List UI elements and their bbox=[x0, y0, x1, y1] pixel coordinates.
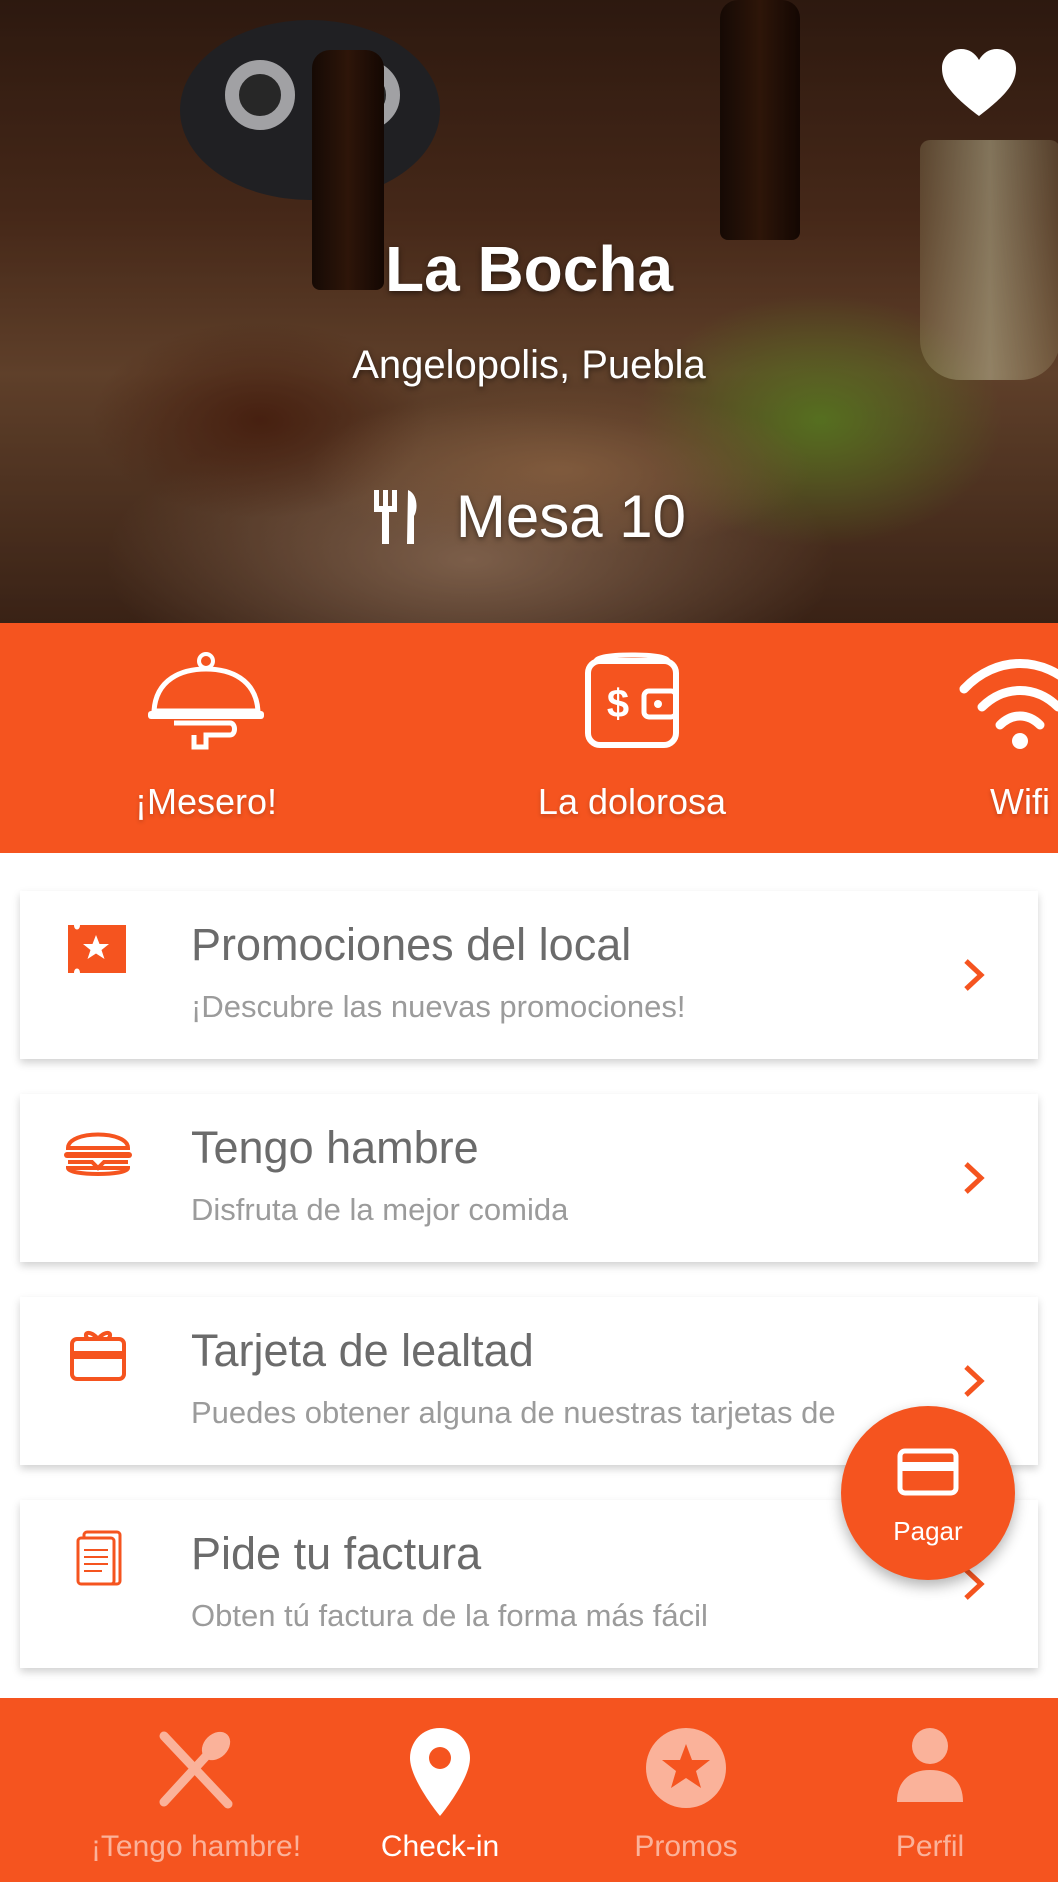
pay-button[interactable]: Pagar bbox=[841, 1406, 1015, 1580]
nav-label: Promos bbox=[634, 1830, 738, 1863]
user-icon bbox=[897, 1728, 963, 1802]
serving-bell-icon bbox=[148, 652, 264, 750]
card-subtitle: Puedes obtener alguna de nuestras tarjet… bbox=[191, 1395, 836, 1430]
wifi-icon bbox=[959, 659, 1058, 749]
nav-item-perfil[interactable]: Perfil bbox=[798, 1698, 1058, 1882]
burger-icon bbox=[64, 1132, 132, 1176]
fork-spoon-icon bbox=[159, 1731, 233, 1809]
star-circle-icon bbox=[646, 1728, 726, 1808]
chevron-right-icon bbox=[964, 1365, 985, 1397]
invoice-icon bbox=[76, 1530, 122, 1586]
call-waiter-button[interactable]: ¡Mesero! bbox=[56, 623, 356, 853]
wifi-button[interactable]: Wifi bbox=[870, 623, 1058, 853]
menu-card[interactable]: Tengo hambre Disfruta de la mejor comida bbox=[20, 1094, 1038, 1262]
quick-actions-bar: ¡Mesero! $ La dolorosa Wifi bbox=[0, 623, 1058, 853]
venue-hero: La Bocha Angelopolis, Puebla Mesa 10 bbox=[0, 0, 1058, 623]
action-label: Wifi bbox=[990, 781, 1050, 822]
nav-item-promos[interactable]: Promos bbox=[554, 1698, 818, 1882]
nav-label: Check-in bbox=[380, 1830, 500, 1863]
credit-card-icon bbox=[897, 1448, 959, 1496]
ticket-star-icon bbox=[68, 925, 126, 973]
action-label: La dolorosa bbox=[537, 781, 727, 822]
bill-button[interactable]: $ La dolorosa bbox=[482, 623, 782, 853]
gift-card-icon bbox=[70, 1331, 126, 1381]
chevron-right-icon bbox=[964, 1162, 985, 1194]
table-number: Mesa 10 bbox=[455, 483, 687, 550]
card-subtitle: Obten tú factura de la forma más fácil bbox=[191, 1598, 708, 1633]
nav-label: ¡Tengo hambre! bbox=[90, 1830, 302, 1863]
table-indicator: Mesa 10 bbox=[0, 482, 1058, 551]
venue-location: Angelopolis, Puebla bbox=[352, 343, 706, 387]
promotions-card[interactable]: Promociones del local ¡Descubre las nuev… bbox=[20, 891, 1038, 1059]
bottom-nav: ¡Tengo hambre! Check-in Promos Perfil bbox=[0, 1698, 1058, 1882]
card-title: Pide tu factura bbox=[191, 1528, 482, 1579]
chevron-right-icon bbox=[964, 959, 985, 991]
svg-text:$: $ bbox=[607, 682, 629, 726]
card-title: Promociones del local bbox=[191, 919, 632, 970]
fork-knife-icon bbox=[373, 489, 417, 544]
location-pin-icon bbox=[410, 1728, 470, 1816]
card-subtitle: ¡Descubre las nuevas promociones! bbox=[191, 989, 686, 1024]
nav-item-check-in[interactable]: Check-in bbox=[308, 1698, 572, 1882]
action-label: ¡Mesero! bbox=[134, 781, 278, 822]
pay-label: Pagar bbox=[893, 1516, 963, 1546]
venue-name: La Bocha bbox=[384, 233, 674, 305]
wallet-icon: $ bbox=[585, 652, 679, 748]
heart-icon[interactable] bbox=[940, 48, 1018, 118]
card-title: Tarjeta de lealtad bbox=[191, 1325, 534, 1376]
nav-item-tengo-hambre[interactable]: ¡Tengo hambre! bbox=[64, 1698, 328, 1882]
card-subtitle: Disfruta de la mejor comida bbox=[191, 1192, 569, 1227]
nav-label: Perfil bbox=[895, 1830, 965, 1863]
card-title: Tengo hambre bbox=[191, 1122, 479, 1173]
